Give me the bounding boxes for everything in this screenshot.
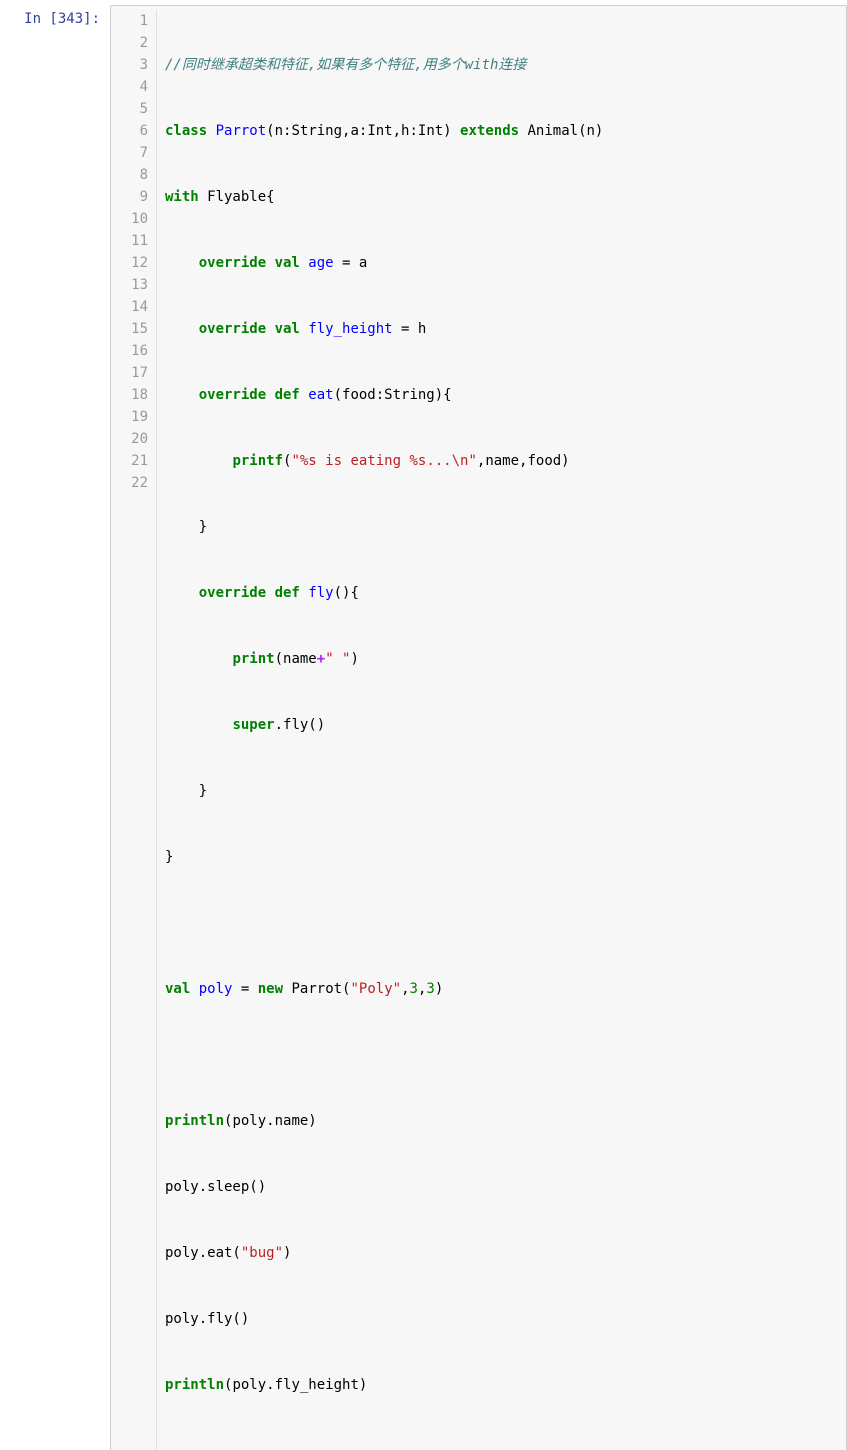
line-number: 3 — [111, 54, 148, 76]
code-line: } — [165, 846, 846, 868]
line-number: 12 — [111, 252, 148, 274]
line-number: 9 — [111, 186, 148, 208]
line-number: 16 — [111, 340, 148, 362]
code-line: println(poly.fly_height) — [165, 1374, 846, 1396]
code-line: poly.sleep() — [165, 1176, 846, 1198]
line-number: 18 — [111, 384, 148, 406]
code-line — [165, 912, 846, 934]
code-line: } — [165, 516, 846, 538]
line-number: 14 — [111, 296, 148, 318]
line-number: 6 — [111, 120, 148, 142]
code-line: override def fly(){ — [165, 582, 846, 604]
line-number: 15 — [111, 318, 148, 340]
code-line: poly.eat("bug") — [165, 1242, 846, 1264]
line-number: 8 — [111, 164, 148, 186]
line-number: 13 — [111, 274, 148, 296]
code-line: } — [165, 780, 846, 802]
line-number: 22 — [111, 472, 148, 494]
line-number: 1 — [111, 10, 148, 32]
line-number: 17 — [111, 362, 148, 384]
code-line: poly.fly() — [165, 1308, 846, 1330]
line-number: 4 — [111, 76, 148, 98]
code-line: super.fly() — [165, 714, 846, 736]
code-line: override def eat(food:String){ — [165, 384, 846, 406]
code-line: with Flyable{ — [165, 186, 846, 208]
code-content[interactable]: //同时继承超类和特征,如果有多个特征,用多个with连接 class Parr… — [157, 10, 846, 1450]
line-number: 2 — [111, 32, 148, 54]
input-cell: In [343]: 1 2 3 4 5 6 7 8 9 10 11 12 13 … — [0, 0, 847, 1450]
line-number: 20 — [111, 428, 148, 450]
code-editor[interactable]: 1 2 3 4 5 6 7 8 9 10 11 12 13 14 15 16 1… — [110, 5, 847, 1450]
code-line: class Parrot(n:String,a:Int,h:Int) exten… — [165, 120, 846, 142]
code-line: override val age = a — [165, 252, 846, 274]
code-line: //同时继承超类和特征,如果有多个特征,用多个with连接 — [165, 54, 846, 76]
code-line — [165, 1440, 846, 1450]
code-line: override val fly_height = h — [165, 318, 846, 340]
code-line: val poly = new Parrot("Poly",3,3) — [165, 978, 846, 1000]
line-number: 21 — [111, 450, 148, 472]
line-number: 7 — [111, 142, 148, 164]
line-number: 11 — [111, 230, 148, 252]
code-line — [165, 1044, 846, 1066]
line-number: 10 — [111, 208, 148, 230]
line-number: 19 — [111, 406, 148, 428]
code-line: print(name+" ") — [165, 648, 846, 670]
code-line: println(poly.name) — [165, 1110, 846, 1132]
code-line: printf("%s is eating %s...\n",name,food) — [165, 450, 846, 472]
line-number-gutter: 1 2 3 4 5 6 7 8 9 10 11 12 13 14 15 16 1… — [111, 10, 157, 1450]
input-prompt: In [343]: — [0, 5, 110, 27]
line-number: 5 — [111, 98, 148, 120]
